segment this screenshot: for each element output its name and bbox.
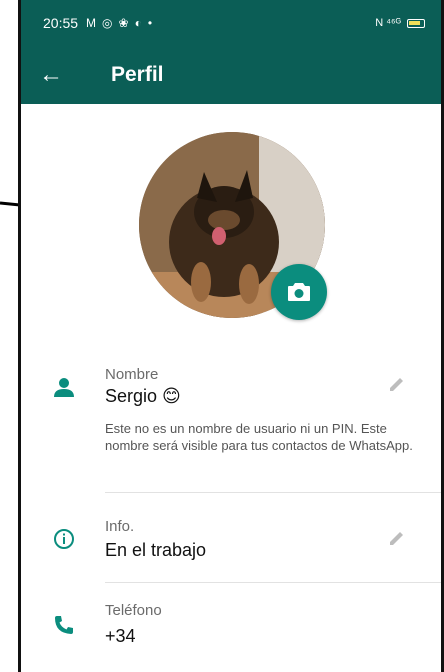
info-value: En el trabajo	[105, 540, 207, 560]
instagram-icon: ◎	[102, 16, 113, 30]
name-helper-text: Este no es un nombre de usuario ni un PI…	[105, 421, 413, 453]
phone-label: Teléfono	[105, 602, 162, 619]
phone-icon	[55, 616, 73, 634]
messenger-icon: ❀	[118, 16, 129, 30]
person-icon	[54, 378, 74, 397]
arrow-left-icon[interactable]: ←	[39, 61, 75, 89]
name-row[interactable]: Nombre Sergio 😊 Este no es un nombre de …	[21, 362, 441, 492]
name-value: Sergio 😊	[105, 386, 181, 406]
info-icon	[54, 529, 74, 549]
avatar-container	[139, 132, 327, 320]
change-photo-button[interactable]	[271, 264, 327, 320]
camera-icon	[288, 283, 310, 301]
phone-screen: 20:55 M ◎ ❀ ◐ • N ⁴⁶ᴳ ← Perfil Nombre Se…	[18, 0, 444, 672]
network-indicator: N ⁴⁶ᴳ	[375, 17, 401, 29]
status-bar: 20:55 M ◎ ❀ ◐ • N ⁴⁶ᴳ	[21, 0, 441, 46]
battery-icon	[407, 18, 425, 28]
name-label: Nombre	[105, 366, 159, 383]
pencil-icon[interactable]	[387, 528, 407, 548]
info-label: Info.	[105, 518, 135, 535]
status-right: N ⁴⁶ᴳ	[375, 17, 425, 29]
status-time: 20:55	[43, 15, 79, 31]
gmail-icon: M	[86, 16, 97, 30]
info-row[interactable]: Info. En el trabajo	[21, 512, 441, 582]
app-bar: ← Perfil	[21, 46, 441, 104]
dot-icon: •	[147, 16, 153, 30]
divider	[105, 582, 441, 583]
phone-value: +34	[105, 626, 136, 646]
phone-row: Teléfono +34	[21, 598, 441, 672]
notification-icons: M ◎ ❀ ◐ •	[86, 16, 152, 30]
divider	[105, 492, 441, 493]
app-icon: ◐	[134, 16, 142, 30]
page-title: Perfil	[111, 63, 164, 86]
pencil-icon[interactable]	[387, 374, 407, 394]
